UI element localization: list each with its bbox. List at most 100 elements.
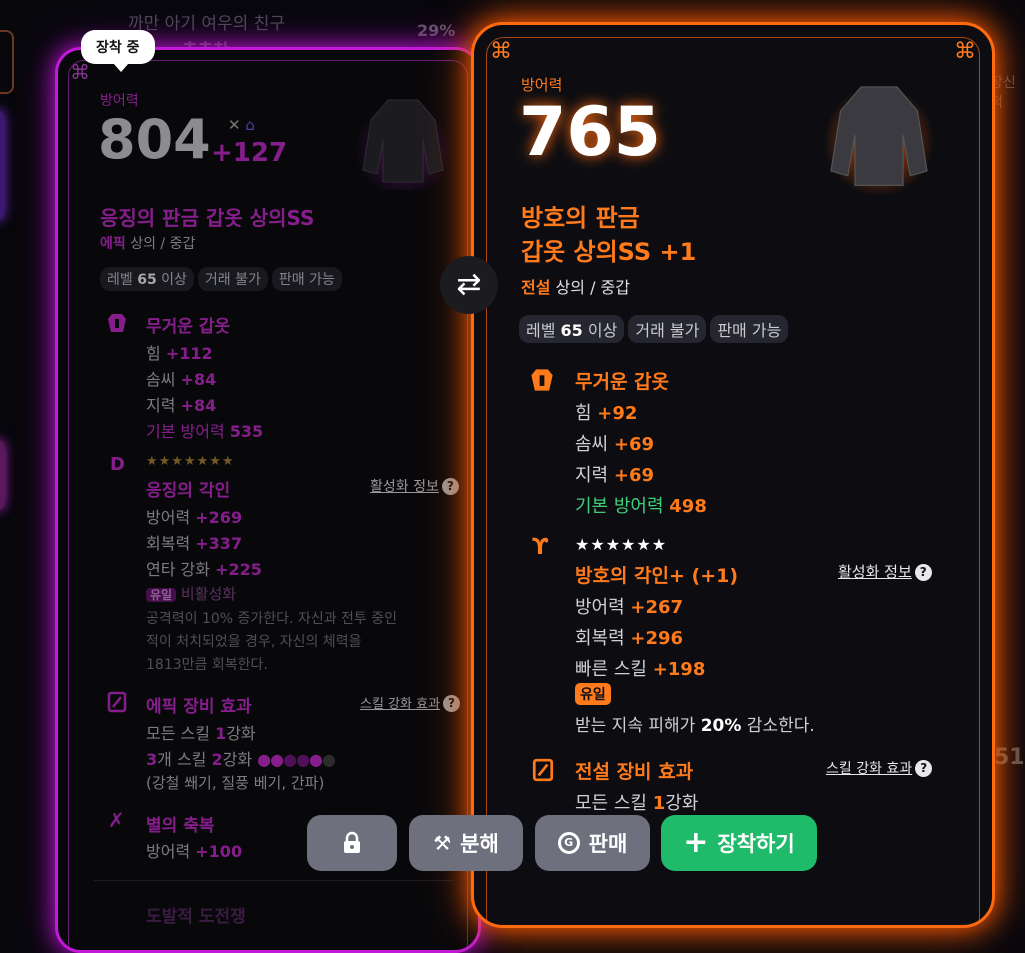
- engrave-title: 방호의 각인+ (+1): [575, 565, 739, 587]
- engrave-stars: ★★★★★★: [575, 535, 668, 554]
- item-type: 에픽 상의 / 중갑: [100, 233, 195, 253]
- stat-dex: 솜씨 +69: [575, 434, 654, 455]
- epic-effect-title: 에픽 장비 효과: [146, 697, 252, 717]
- engrave-stat-1: 방어력 +267: [575, 597, 684, 618]
- next-section-title: 도발적 도전쟁: [146, 907, 246, 927]
- hanger-icon: ⌂: [245, 116, 255, 134]
- epic-effect-icon: [107, 691, 127, 713]
- armor-set-icon: [108, 314, 126, 332]
- stat-base-def: 기본 방어력 535: [146, 422, 264, 441]
- background-percent: 29%: [417, 21, 456, 40]
- engrave-stat-2: 회복력 +296: [575, 628, 684, 649]
- help-icon: ?: [915, 760, 933, 777]
- trade-tag: 거래 불가: [197, 267, 268, 291]
- lock-icon: [344, 831, 360, 853]
- star-bless-title: 별의 축복: [146, 816, 215, 836]
- rarity-label: 전설: [521, 278, 551, 297]
- slot-label: 상의 / 중갑: [130, 236, 196, 252]
- item-tags: 레벨 65 이상 거래 불가 판매 가능: [519, 315, 792, 343]
- background-right-label: 장신적: [990, 75, 1016, 111]
- stat-str: 힘 +92: [575, 403, 638, 424]
- slot-label: 상의 / 중갑: [555, 278, 630, 297]
- background-caption: 까만 아기 여우의 친구: [128, 14, 285, 34]
- epic-effect-line-1: 모든 스킬 1강화: [146, 724, 256, 743]
- disassemble-button[interactable]: ⚒ 분해: [409, 815, 523, 871]
- help-icon: ?: [441, 478, 459, 495]
- equipped-bubble: 장착 중: [81, 30, 155, 72]
- legend-effect-line-1: 모든 스킬 1강화: [575, 793, 699, 814]
- section-divider: [94, 880, 454, 881]
- defense-value: 804: [98, 108, 211, 171]
- defense-label: 방어력: [521, 76, 563, 94]
- unique-badge: 유일: [146, 588, 177, 602]
- engrave-info-link[interactable]: 활성화 정보?: [370, 476, 459, 496]
- sell-tag: 판매 가능: [710, 315, 789, 343]
- swords-icon: ✕: [228, 116, 241, 134]
- engrave-stat-1: 방어력 +269: [146, 508, 243, 527]
- armor-set-icon: [531, 369, 553, 391]
- epic-effect-line-3: (강철 쐐기, 질풍 베기, 간파): [146, 774, 325, 792]
- epic-effect-line-2: 3개 스킬 2강화 ●●●●●●: [146, 750, 336, 769]
- item-type: 전설 상의 / 중갑: [521, 274, 630, 298]
- unique-row: 유일 비활성화: [146, 583, 236, 604]
- engrave-desc: 공격력이 10% 증가한다. 자신과 전투 중인 적이 처치되었을 경우, 자신…: [146, 611, 398, 673]
- stat-dex: 솜씨 +84: [146, 370, 217, 389]
- legend-effect-icon: [532, 758, 554, 782]
- corner-knot-icon-right: ⌘: [954, 39, 976, 64]
- corner-knot-icon: ⌘: [490, 39, 512, 64]
- background-slot-edge: [0, 30, 14, 94]
- unique-badge: 유일: [575, 683, 611, 705]
- level-tag: 레벨 65 이상: [519, 315, 625, 343]
- item-tags: 레벨 65 이상 거래 불가 판매 가능: [100, 267, 346, 291]
- sell-tag: 판매 가능: [271, 267, 342, 291]
- legend-effect-title: 전설 장비 효과: [575, 761, 694, 783]
- compare-icons: ✕ ⌂: [228, 116, 255, 134]
- background-glow-slot-2: [0, 440, 4, 510]
- swap-compare-button[interactable]: ⇄: [440, 256, 498, 314]
- star-bless-icon: ✗: [108, 808, 125, 832]
- stat-str: 힘 +112: [146, 344, 213, 363]
- swap-arrows-icon: ⇄: [456, 267, 482, 302]
- skill-enhance-link[interactable]: 스킬 강화 효과?: [360, 693, 461, 712]
- level-tag: 레벨 65 이상: [100, 267, 194, 291]
- unique-state: 비활성화: [180, 585, 237, 603]
- stat-base-def: 기본 방어력 498: [575, 496, 707, 517]
- engrave-stars: ★★★★★★★: [146, 454, 235, 469]
- engrave-desc: 받는 지속 피해가 20% 감소한다.: [575, 716, 815, 736]
- star-bless-stat: 방어력 +100: [146, 842, 243, 861]
- armor-image: [355, 99, 451, 190]
- background-glow-slot: [0, 110, 4, 220]
- engrave-icon: D: [110, 454, 125, 475]
- engrave-stat-2: 회복력 +337: [146, 534, 243, 553]
- background-right-number: 51: [994, 745, 1025, 770]
- new-item-card[interactable]: ⌘ ⌘ 방어력 765 방호의 판금 갑옷 상의SS +1 전설 상의 / 중갑…: [471, 22, 995, 928]
- help-icon: ?: [914, 564, 932, 581]
- lock-button[interactable]: [307, 815, 397, 871]
- skill-enhance-link[interactable]: 스킬 강화 효과?: [826, 758, 933, 778]
- trade-tag: 거래 불가: [628, 315, 707, 343]
- set-title: 무거운 갑옷: [146, 317, 231, 337]
- help-icon: ?: [443, 695, 461, 712]
- defense-label: 방어력: [100, 93, 139, 109]
- defense-value: 765: [519, 93, 661, 172]
- sell-button[interactable]: G 판매: [535, 815, 650, 871]
- engrave-info-link[interactable]: 활성화 정보?: [838, 561, 932, 582]
- set-title: 무거운 갑옷: [575, 371, 670, 393]
- equip-button[interactable]: + 장착하기: [661, 815, 817, 871]
- engrave-stat-3: 빠른 스킬 +198: [575, 659, 706, 680]
- defense-bonus: +127: [211, 138, 288, 168]
- stat-int: 지력 +84: [146, 396, 217, 415]
- engrave-stat-3: 연타 강화 +225: [146, 560, 262, 579]
- stat-int: 지력 +69: [575, 465, 654, 486]
- engrave-icon: ϒ: [532, 535, 549, 560]
- corner-knot-icon: ⌘: [70, 60, 90, 84]
- engrave-title: 응징의 각인: [146, 481, 231, 501]
- hammer-icon: ⚒: [433, 831, 452, 855]
- enhance-dots: ●●●●●●: [257, 750, 336, 769]
- coin-icon: G: [557, 832, 580, 854]
- armor-image: [823, 85, 935, 195]
- item-name: 방호의 판금 갑옷 상의SS +1: [521, 204, 697, 266]
- item-name: 응징의 판금 갑옷 상의SS: [100, 206, 315, 230]
- rarity-label: 에픽: [100, 236, 126, 252]
- plus-icon: +: [683, 825, 709, 860]
